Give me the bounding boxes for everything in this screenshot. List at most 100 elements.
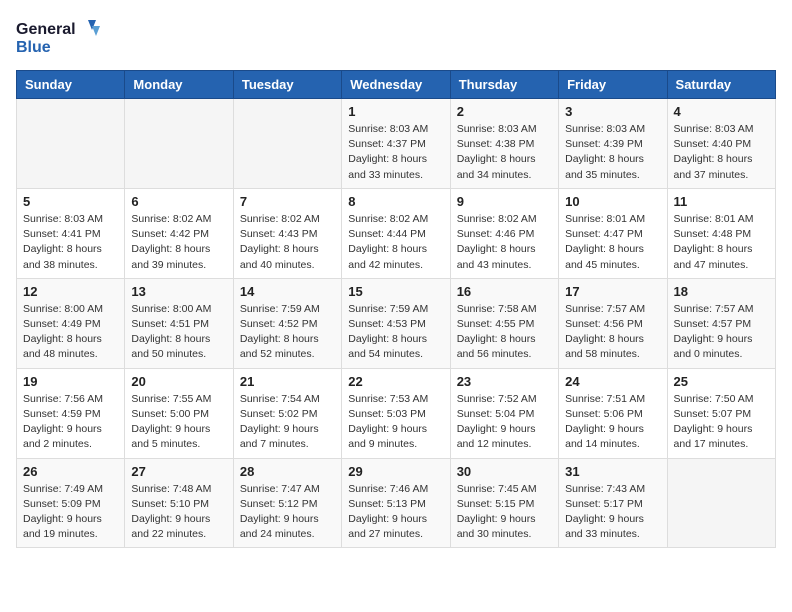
day-info: Sunrise: 8:02 AMSunset: 4:43 PMDaylight:… bbox=[240, 212, 335, 273]
calendar-cell: 24Sunrise: 7:51 AMSunset: 5:06 PMDayligh… bbox=[559, 368, 667, 458]
week-row-4: 19Sunrise: 7:56 AMSunset: 4:59 PMDayligh… bbox=[17, 368, 776, 458]
calendar-cell: 18 Sunrise: 7:57 AMSunset: 4:57 PMDayligh… bbox=[667, 278, 775, 368]
day-number: 9 bbox=[457, 194, 552, 209]
calendar-cell: 14Sunrise: 7:59 AMSunset: 4:52 PMDayligh… bbox=[233, 278, 341, 368]
calendar-cell: 25Sunrise: 7:50 AMSunset: 5:07 PMDayligh… bbox=[667, 368, 775, 458]
calendar-cell: 4 Sunrise: 8:03 AMSunset: 4:40 PMDaylight… bbox=[667, 99, 775, 189]
day-info: Sunrise: 8:02 AMSunset: 4:46 PMDaylight:… bbox=[457, 212, 552, 273]
calendar-cell: 16 Sunrise: 7:58 AMSunset: 4:55 PMDayligh… bbox=[450, 278, 558, 368]
week-row-3: 12 Sunrise: 8:00 AMSunset: 4:49 PMDayligh… bbox=[17, 278, 776, 368]
day-info: Sunrise: 7:47 AMSunset: 5:12 PMDaylight:… bbox=[240, 482, 335, 543]
day-number: 27 bbox=[131, 464, 226, 479]
calendar-cell: 9 Sunrise: 8:02 AMSunset: 4:46 PMDaylight… bbox=[450, 188, 558, 278]
calendar-cell bbox=[17, 99, 125, 189]
calendar-cell: 5 Sunrise: 8:03 AMSunset: 4:41 PMDaylight… bbox=[17, 188, 125, 278]
day-info: Sunrise: 8:03 AMSunset: 4:38 PMDaylight:… bbox=[457, 122, 552, 183]
weekday-header-thursday: Thursday bbox=[450, 71, 558, 99]
day-number: 2 bbox=[457, 104, 552, 119]
weekday-header-friday: Friday bbox=[559, 71, 667, 99]
calendar-cell: 30Sunrise: 7:45 AMSunset: 5:15 PMDayligh… bbox=[450, 458, 558, 548]
day-info: Sunrise: 8:03 AMSunset: 4:41 PMDaylight:… bbox=[23, 212, 118, 273]
calendar-cell: 20Sunrise: 7:55 AMSunset: 5:00 PMDayligh… bbox=[125, 368, 233, 458]
weekday-header-sunday: Sunday bbox=[17, 71, 125, 99]
day-info: Sunrise: 7:51 AMSunset: 5:06 PMDaylight:… bbox=[565, 392, 660, 453]
calendar-cell: 11 Sunrise: 8:01 AMSunset: 4:48 PMDayligh… bbox=[667, 188, 775, 278]
day-number: 31 bbox=[565, 464, 660, 479]
calendar-cell bbox=[233, 99, 341, 189]
calendar-cell: 26 Sunrise: 7:49 AMSunset: 5:09 PMDayligh… bbox=[17, 458, 125, 548]
calendar-cell: 17Sunrise: 7:57 AMSunset: 4:56 PMDayligh… bbox=[559, 278, 667, 368]
day-info: Sunrise: 7:57 AMSunset: 4:56 PMDaylight:… bbox=[565, 302, 660, 363]
day-info: Sunrise: 7:55 AMSunset: 5:00 PMDaylight:… bbox=[131, 392, 226, 453]
day-info: Sunrise: 8:00 AMSunset: 4:49 PMDaylight:… bbox=[23, 302, 118, 363]
calendar-cell: 13 Sunrise: 8:00 AMSunset: 4:51 PMDayligh… bbox=[125, 278, 233, 368]
day-info: Sunrise: 8:03 AMSunset: 4:39 PMDaylight:… bbox=[565, 122, 660, 183]
week-row-5: 26 Sunrise: 7:49 AMSunset: 5:09 PMDayligh… bbox=[17, 458, 776, 548]
day-number: 7 bbox=[240, 194, 335, 209]
calendar-cell: 19Sunrise: 7:56 AMSunset: 4:59 PMDayligh… bbox=[17, 368, 125, 458]
day-number: 5 bbox=[23, 194, 118, 209]
day-info: Sunrise: 7:53 AMSunset: 5:03 PMDaylight:… bbox=[348, 392, 443, 453]
calendar-cell: 3Sunrise: 8:03 AMSunset: 4:39 PMDaylight… bbox=[559, 99, 667, 189]
day-info: Sunrise: 8:03 AMSunset: 4:37 PMDaylight:… bbox=[348, 122, 443, 183]
day-number: 26 bbox=[23, 464, 118, 479]
weekday-header-tuesday: Tuesday bbox=[233, 71, 341, 99]
calendar-cell: 10 Sunrise: 8:01 AMSunset: 4:47 PMDayligh… bbox=[559, 188, 667, 278]
day-info: Sunrise: 7:46 AMSunset: 5:13 PMDaylight:… bbox=[348, 482, 443, 543]
day-number: 23 bbox=[457, 374, 552, 389]
day-number: 22 bbox=[348, 374, 443, 389]
calendar-cell: 15 Sunrise: 7:59 AMSunset: 4:53 PMDayligh… bbox=[342, 278, 450, 368]
logo: GeneralBlue bbox=[16, 16, 106, 58]
calendar-cell: 6 Sunrise: 8:02 AMSunset: 4:42 PMDaylight… bbox=[125, 188, 233, 278]
calendar-table: SundayMondayTuesdayWednesdayThursdayFrid… bbox=[16, 70, 776, 548]
calendar-cell: 28 Sunrise: 7:47 AMSunset: 5:12 PMDayligh… bbox=[233, 458, 341, 548]
logo-icon: GeneralBlue bbox=[16, 16, 106, 58]
day-info: Sunrise: 8:03 AMSunset: 4:40 PMDaylight:… bbox=[674, 122, 769, 183]
day-number: 6 bbox=[131, 194, 226, 209]
day-number: 8 bbox=[348, 194, 443, 209]
day-number: 18 bbox=[674, 284, 769, 299]
day-info: Sunrise: 7:58 AMSunset: 4:55 PMDaylight:… bbox=[457, 302, 552, 363]
day-number: 1 bbox=[348, 104, 443, 119]
calendar-cell: 12 Sunrise: 8:00 AMSunset: 4:49 PMDayligh… bbox=[17, 278, 125, 368]
calendar-cell bbox=[125, 99, 233, 189]
day-info: Sunrise: 8:01 AMSunset: 4:48 PMDaylight:… bbox=[674, 212, 769, 273]
day-number: 4 bbox=[674, 104, 769, 119]
day-info: Sunrise: 8:02 AMSunset: 4:44 PMDaylight:… bbox=[348, 212, 443, 273]
day-number: 28 bbox=[240, 464, 335, 479]
day-info: Sunrise: 8:01 AMSunset: 4:47 PMDaylight:… bbox=[565, 212, 660, 273]
day-info: Sunrise: 8:00 AMSunset: 4:51 PMDaylight:… bbox=[131, 302, 226, 363]
day-number: 21 bbox=[240, 374, 335, 389]
day-info: Sunrise: 7:52 AMSunset: 5:04 PMDaylight:… bbox=[457, 392, 552, 453]
weekday-header-saturday: Saturday bbox=[667, 71, 775, 99]
weekday-header-row: SundayMondayTuesdayWednesdayThursdayFrid… bbox=[17, 71, 776, 99]
weekday-header-monday: Monday bbox=[125, 71, 233, 99]
weekday-header-wednesday: Wednesday bbox=[342, 71, 450, 99]
calendar-cell: 1 Sunrise: 8:03 AMSunset: 4:37 PMDaylight… bbox=[342, 99, 450, 189]
calendar-cell: 23 Sunrise: 7:52 AMSunset: 5:04 PMDayligh… bbox=[450, 368, 558, 458]
day-number: 15 bbox=[348, 284, 443, 299]
day-info: Sunrise: 7:57 AMSunset: 4:57 PMDaylight:… bbox=[674, 302, 769, 363]
day-number: 13 bbox=[131, 284, 226, 299]
calendar-cell: 31 Sunrise: 7:43 AMSunset: 5:17 PMDayligh… bbox=[559, 458, 667, 548]
day-number: 16 bbox=[457, 284, 552, 299]
week-row-2: 5 Sunrise: 8:03 AMSunset: 4:41 PMDaylight… bbox=[17, 188, 776, 278]
calendar-cell bbox=[667, 458, 775, 548]
calendar-cell: 2 Sunrise: 8:03 AMSunset: 4:38 PMDaylight… bbox=[450, 99, 558, 189]
day-info: Sunrise: 7:48 AMSunset: 5:10 PMDaylight:… bbox=[131, 482, 226, 543]
calendar-cell: 27 Sunrise: 7:48 AMSunset: 5:10 PMDayligh… bbox=[125, 458, 233, 548]
day-info: Sunrise: 7:56 AMSunset: 4:59 PMDaylight:… bbox=[23, 392, 118, 453]
day-info: Sunrise: 7:59 AMSunset: 4:52 PMDaylight:… bbox=[240, 302, 335, 363]
day-number: 12 bbox=[23, 284, 118, 299]
day-info: Sunrise: 7:49 AMSunset: 5:09 PMDaylight:… bbox=[23, 482, 118, 543]
day-number: 10 bbox=[565, 194, 660, 209]
day-number: 11 bbox=[674, 194, 769, 209]
week-row-1: 1 Sunrise: 8:03 AMSunset: 4:37 PMDaylight… bbox=[17, 99, 776, 189]
day-info: Sunrise: 8:02 AMSunset: 4:42 PMDaylight:… bbox=[131, 212, 226, 273]
page-header: GeneralBlue bbox=[16, 16, 776, 58]
day-info: Sunrise: 7:43 AMSunset: 5:17 PMDaylight:… bbox=[565, 482, 660, 543]
calendar-cell: 21Sunrise: 7:54 AMSunset: 5:02 PMDayligh… bbox=[233, 368, 341, 458]
calendar-cell: 22 Sunrise: 7:53 AMSunset: 5:03 PMDayligh… bbox=[342, 368, 450, 458]
day-info: Sunrise: 7:59 AMSunset: 4:53 PMDaylight:… bbox=[348, 302, 443, 363]
calendar-cell: 29Sunrise: 7:46 AMSunset: 5:13 PMDayligh… bbox=[342, 458, 450, 548]
